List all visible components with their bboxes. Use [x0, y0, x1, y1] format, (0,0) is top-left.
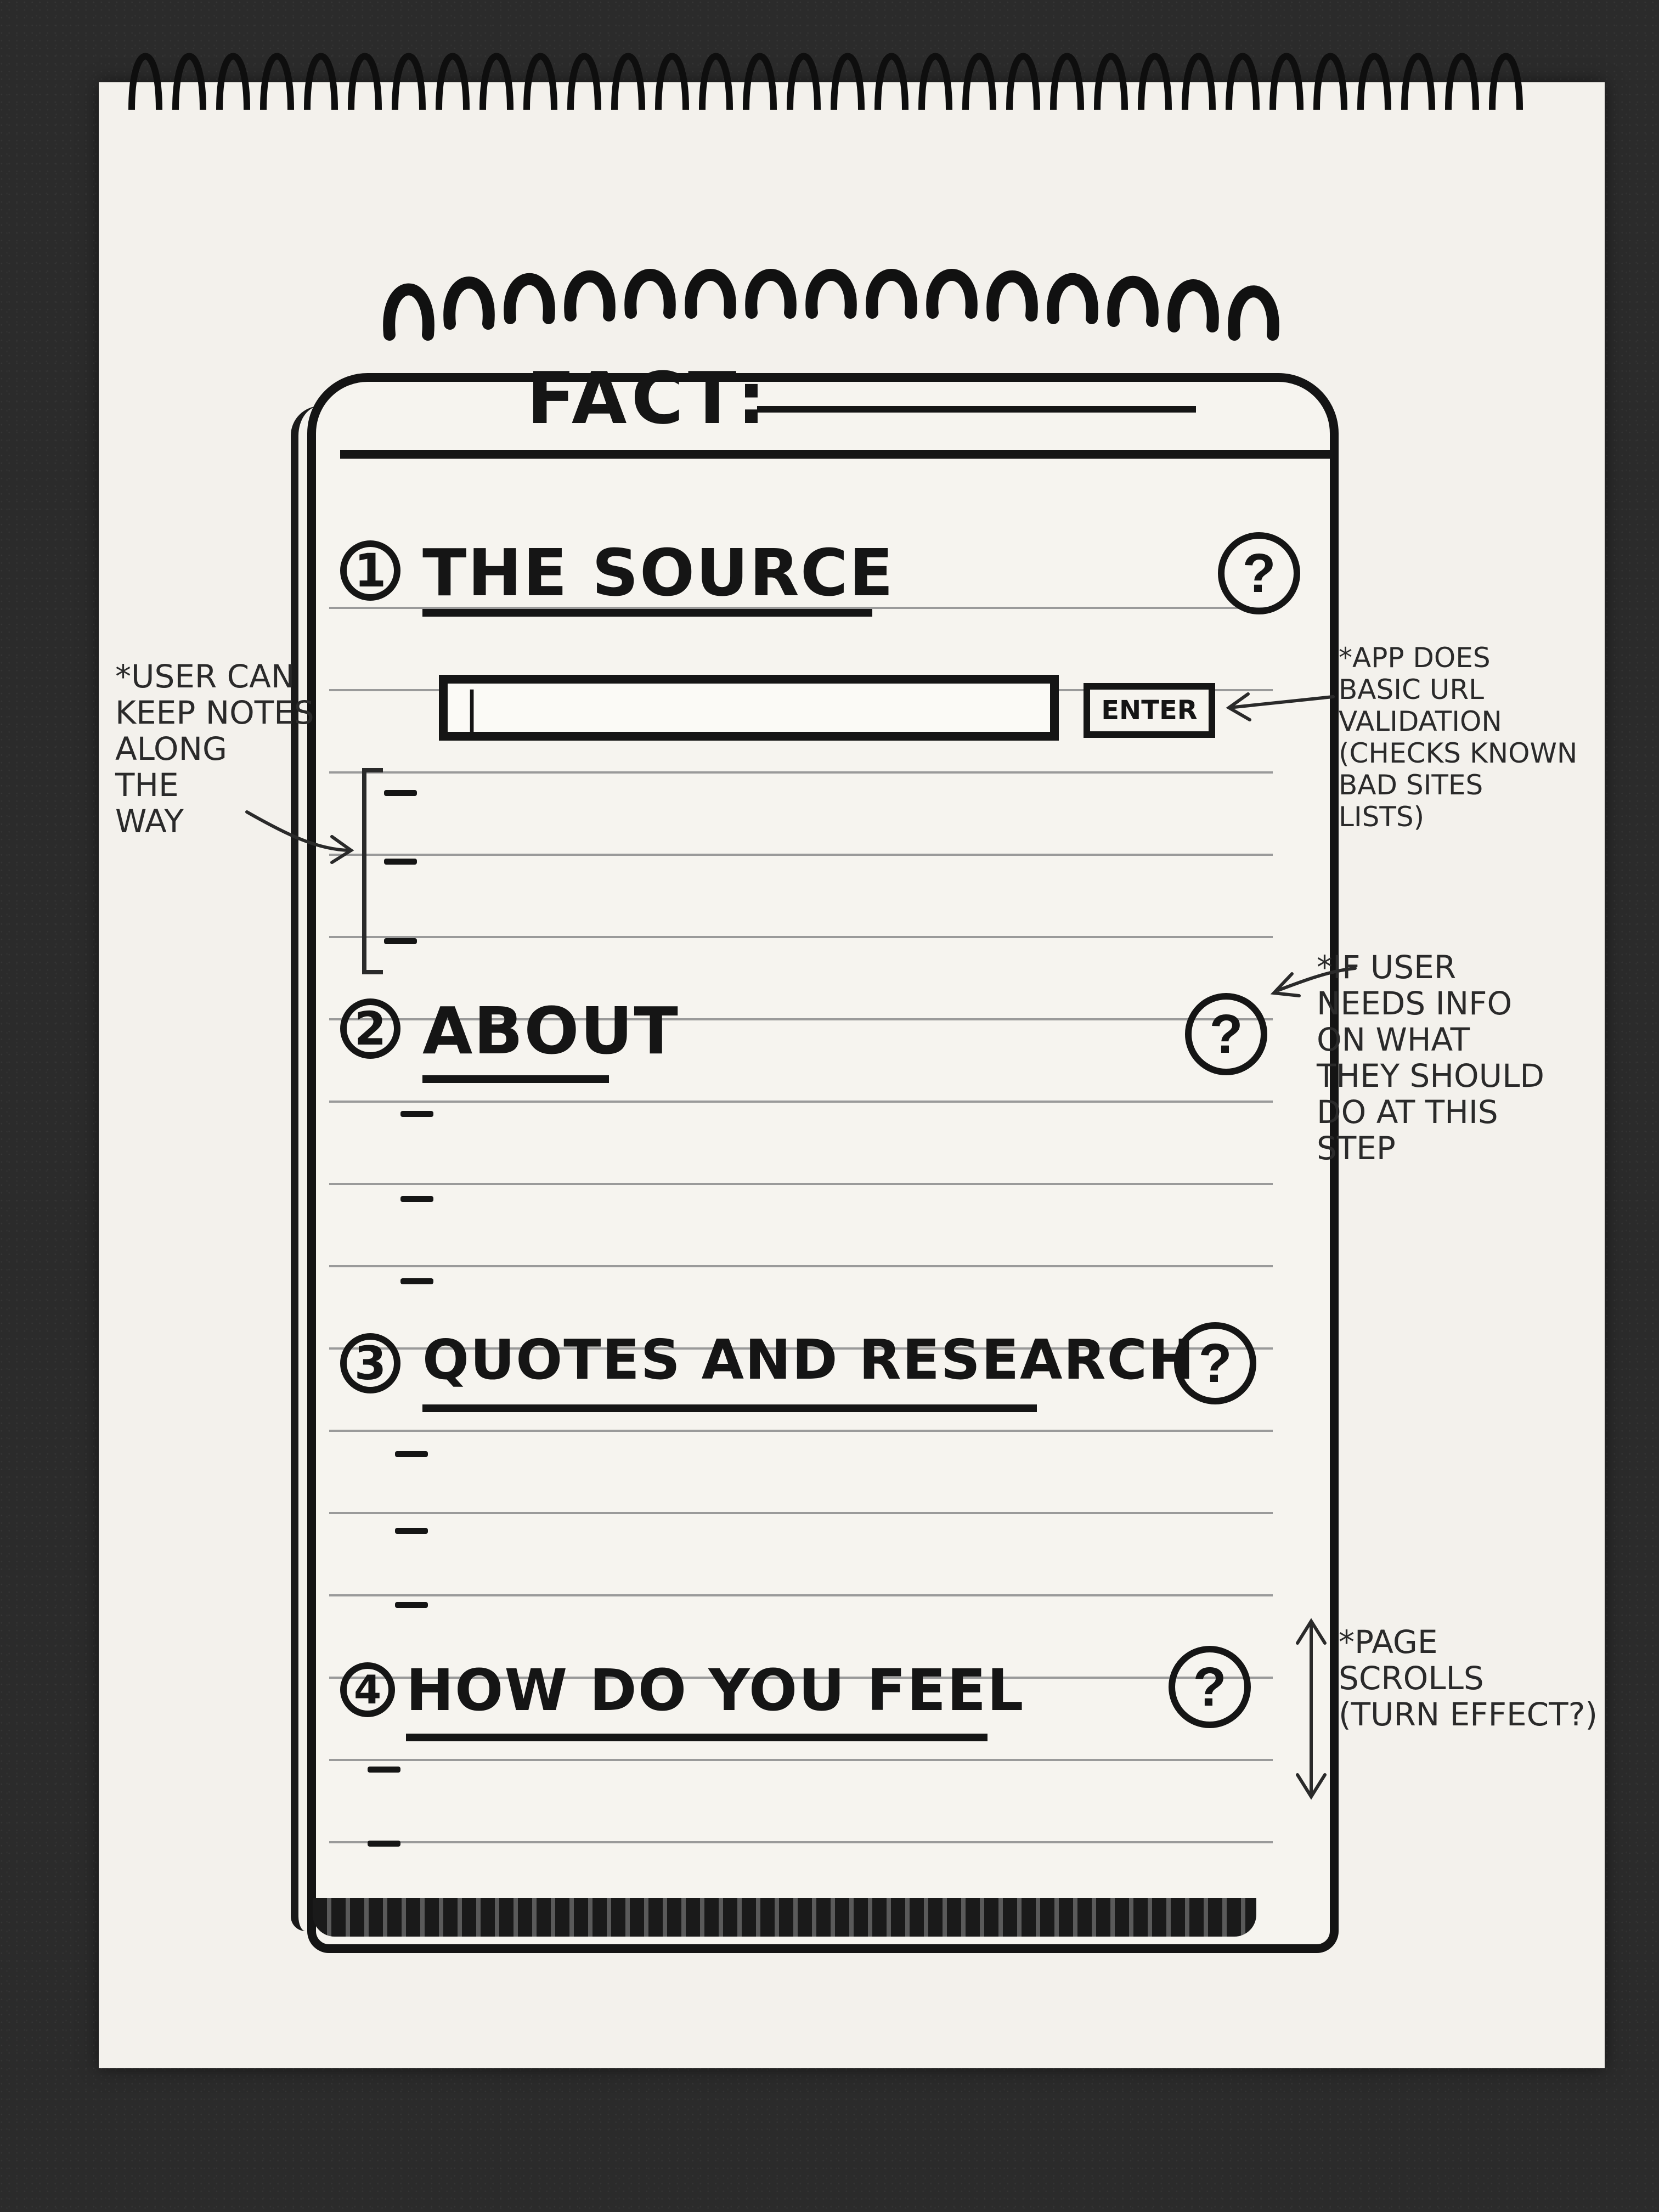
note-bullet[interactable] — [384, 938, 417, 944]
annotation-url-validation: *APP DOES BASIC URL VALIDATION (CHECKS K… — [1339, 642, 1578, 833]
annotation-scroll: *PAGE SCROLLS (TURN EFFECT?) — [1339, 1623, 1598, 1733]
note-bullet[interactable] — [400, 1111, 433, 1117]
note-bullet[interactable] — [395, 1602, 428, 1608]
section-number-4: 4 — [340, 1662, 395, 1717]
section-title-about: ABOUT — [422, 993, 679, 1069]
section-title-underline — [422, 609, 872, 617]
section-title-how-do-you-feel: HOW DO YOU FEEL — [406, 1657, 1025, 1724]
help-button-quotes-and-research[interactable]: ? — [1174, 1322, 1256, 1404]
notepad-coils — [383, 269, 1279, 341]
note-bullet[interactable] — [368, 1841, 400, 1847]
note-bullet[interactable] — [400, 1278, 433, 1284]
sketchbook-spiral-binding — [128, 53, 1523, 110]
section-the-source: 1 THE SOURCE ? — [340, 532, 1317, 634]
phone-page-stack — [313, 1898, 1256, 1937]
notes-bracket — [362, 768, 383, 974]
section-title-underline — [406, 1734, 988, 1741]
source-url-input[interactable] — [439, 675, 1059, 741]
note-bullet[interactable] — [384, 790, 417, 796]
enter-button[interactable]: ENTER — [1084, 683, 1215, 738]
annotation-help-info: *IF USER NEEDS INFO ON WHAT THEY SHOULD … — [1317, 949, 1545, 1167]
section-number-1: 1 — [340, 540, 400, 601]
section-how-do-you-feel: 4 HOW DO YOU FEEL ? — [340, 1646, 1317, 1756]
note-bullet[interactable] — [395, 1528, 428, 1534]
note-bullet[interactable] — [395, 1451, 428, 1457]
note-bullet[interactable] — [400, 1196, 433, 1202]
fact-title-blank-line — [757, 406, 1196, 413]
section-title-the-source: THE SOURCE — [422, 535, 895, 611]
section-about: 2 ABOUT ? — [340, 993, 1317, 1092]
section-title-quotes-and-research: QUOTES AND RESEARCH — [422, 1328, 1195, 1392]
section-number-2: 2 — [340, 998, 400, 1059]
annotation-notes: *USER CAN KEEP NOTES ALONG THE WAY — [115, 658, 314, 840]
note-bullet[interactable] — [368, 1767, 400, 1773]
help-button-how-do-you-feel[interactable]: ? — [1169, 1646, 1251, 1728]
fact-title: FACT: — [527, 357, 770, 440]
section-number-3: 3 — [340, 1333, 400, 1393]
section-quotes-and-research: 3 QUOTES AND RESEARCH ? — [340, 1322, 1317, 1426]
section-title-underline — [422, 1404, 1037, 1412]
help-button-about[interactable]: ? — [1185, 993, 1267, 1075]
section-title-underline — [422, 1075, 609, 1083]
header-divider — [340, 450, 1333, 459]
note-bullet[interactable] — [384, 859, 417, 865]
help-button-the-source[interactable]: ? — [1218, 532, 1300, 614]
